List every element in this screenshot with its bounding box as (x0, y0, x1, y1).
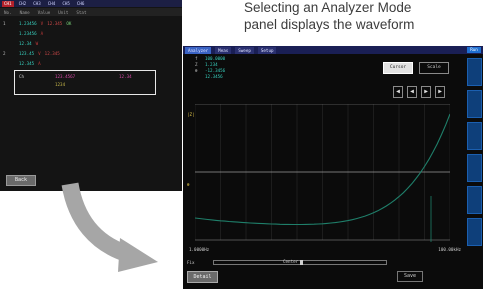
caption-line-1: Selecting an Analyzer Mode (244, 0, 412, 15)
selected-name: Ch (19, 74, 25, 79)
row-channel: 1 (3, 20, 6, 26)
save-button[interactable]: Save (397, 271, 423, 282)
row-unit: W (35, 40, 39, 46)
readout-value: 1.234 (205, 62, 218, 67)
y-axis-label: |Z| (187, 112, 195, 117)
list-tab-bar: CH1 CH2 CH3 CH4 CH5 CH6 (0, 0, 182, 7)
detail-button[interactable]: Detail (187, 271, 218, 283)
y-axis-label-2: θ (187, 182, 190, 187)
row-status: OK (66, 20, 72, 26)
list-tab[interactable]: CH2 (17, 1, 29, 7)
arrow-right-fast-icon[interactable]: ▶ (435, 86, 445, 98)
list-tab[interactable]: CH6 (75, 1, 87, 7)
readout-value: 100.0000 (205, 56, 226, 61)
side-softkey[interactable] (467, 58, 482, 86)
list-row[interactable]: 1.23456 A (0, 28, 182, 38)
list-header-cell: Name (19, 9, 30, 15)
wave-tab-bar: Analyzer Meas Sweep Setup (183, 46, 483, 54)
arrow-right-icon[interactable]: ▶ (421, 86, 431, 98)
waveform-screen: Analyzer Meas Sweep Setup Run f 100.0000 … (183, 46, 483, 289)
row-unit: V (38, 50, 41, 56)
fix-label: Fix (187, 258, 209, 266)
row-value: 1.23456 (19, 30, 37, 36)
wave-tab-analyzer[interactable]: Analyzer (185, 46, 212, 54)
selected-analyzer-panel[interactable]: Ch 123.4567 12.34 1234 (14, 70, 156, 95)
wave-tab-sweep[interactable]: Sweep (235, 46, 254, 54)
list-header-cell: No. (4, 9, 12, 15)
list-row[interactable]: 12.345 A (0, 58, 182, 68)
row-value: 123.45 (19, 50, 35, 56)
list-row[interactable]: 1 1.23456 V 12.345 OK (0, 18, 182, 28)
caption-line-2: panel displays the waveform (244, 17, 415, 32)
run-tab[interactable]: Run (467, 47, 481, 53)
row-unit: V (40, 20, 44, 26)
row-value: 12.345 (19, 60, 35, 66)
list-tab[interactable]: CH1 (2, 0, 14, 7)
plot-grid (195, 104, 450, 241)
list-screen: CH1 CH2 CH3 CH4 CH5 CH6 No. Name Value U… (0, 0, 182, 191)
wave-tab-setup[interactable]: Setup (257, 46, 277, 54)
list-tab[interactable]: CH3 (31, 1, 43, 7)
list-tab[interactable]: CH4 (46, 1, 58, 7)
back-button[interactable]: Back (6, 175, 36, 186)
x-axis-end: 100.00kHz (438, 246, 461, 252)
selected-value-2: 12.34 (119, 74, 132, 79)
row-unit: A (40, 30, 44, 36)
wave-tab-meas[interactable]: Meas (215, 46, 232, 54)
selected-sub-value: 1234 (55, 82, 66, 87)
caption: Selecting an Analyzer Mode panel display… (244, 0, 483, 33)
list-row[interactable]: 12.34 W (0, 38, 182, 48)
row-channel: 2 (3, 50, 6, 56)
list-header-cell: Stat (76, 9, 87, 15)
readout-value: -12.3456 (205, 68, 226, 73)
selected-value-1: 123.4567 (55, 74, 76, 79)
side-softkey[interactable] (467, 186, 482, 214)
list-header: No. Name Value Unit Stat (0, 8, 182, 16)
x-axis-range: 1.0000Hz 100.00kHz (189, 245, 461, 253)
x-axis-start: 1.0000Hz (189, 246, 210, 252)
center-label: Center (283, 257, 343, 265)
cursor-button[interactable]: Cursor (383, 62, 413, 74)
side-softkey[interactable] (467, 154, 482, 182)
side-softkey[interactable] (467, 90, 482, 118)
list-row[interactable]: 2 123.45 V 12.345 (0, 48, 182, 58)
curved-arrow-icon (61, 182, 158, 272)
arrow-left-icon[interactable]: ◀ (407, 86, 417, 98)
side-softkey[interactable] (467, 218, 482, 246)
scale-button[interactable]: Scale (419, 62, 449, 74)
center-text: Center (283, 258, 299, 264)
list-tab[interactable]: CH5 (60, 1, 72, 7)
measurement-readout: f 100.0000 Z 1.234 θ -12.3456 12.3456 (195, 56, 225, 80)
row-aux: 12.345 (47, 20, 63, 26)
row-aux: 12.345 (44, 50, 60, 56)
row-unit: A (38, 60, 41, 66)
list-header-cell: Value (37, 9, 51, 15)
side-softkey[interactable] (467, 122, 482, 150)
readout-value: 12.3456 (205, 74, 223, 79)
fix-text: Fix (187, 259, 195, 265)
row-value: 12.34 (19, 40, 32, 46)
arrow-left-fast-icon[interactable]: ◀ (393, 86, 403, 98)
list-header-cell: Unit (58, 9, 69, 15)
row-value: 1.23456 (19, 20, 37, 26)
